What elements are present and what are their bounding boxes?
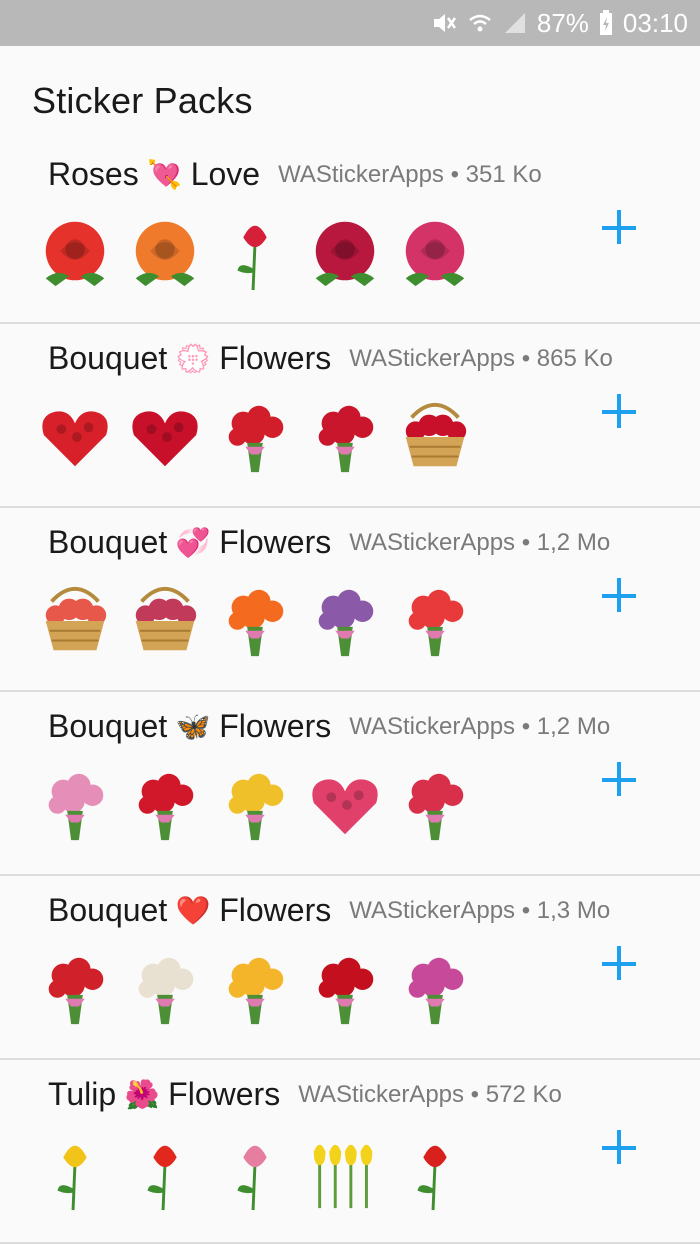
sticker-roses-in-vase xyxy=(306,398,384,476)
wifi-icon xyxy=(467,10,493,36)
sticker-rose-bouquet xyxy=(216,398,294,476)
sticker-pack-roses-love[interactable]: Roses 💘 Love WAStickerApps • 351 Ko xyxy=(0,140,700,324)
pack-header: Bouquet 🦋 Flowers WAStickerApps • 1,2 Mo xyxy=(48,708,610,745)
sticker-rose-heart xyxy=(126,398,204,476)
sticker-preview-row xyxy=(36,398,474,476)
sticker-pack-bouquet-1[interactable]: Bouquet 💮 Flowers WAStickerApps • 865 Ko xyxy=(0,324,700,508)
pack-name: Flowers xyxy=(219,708,332,744)
sticker-rose-basket xyxy=(396,398,474,476)
sticker-pack-bouquet-3[interactable]: Bouquet 🦋 Flowers WAStickerApps • 1,2 Mo xyxy=(0,692,700,876)
pack-name: Bouquet xyxy=(48,524,168,560)
heart-arrow-icon: 💘 xyxy=(147,159,183,190)
clock: 03:10 xyxy=(622,7,688,38)
pack-meta: WAStickerApps • 865 Ko xyxy=(349,344,613,372)
sticker-crimson-rose xyxy=(306,214,384,292)
sticker-preview-row xyxy=(36,214,474,292)
hearts-icon: 💞 xyxy=(175,527,211,558)
sticker-yellow-tulip xyxy=(36,1134,114,1212)
add-pack-button[interactable] xyxy=(602,946,638,982)
hibiscus-icon: 🌺 xyxy=(124,1079,160,1110)
battery-percentage: 87% xyxy=(536,7,589,38)
sticker-gerbera-bouquet xyxy=(216,582,294,660)
pack-header: Roses 💘 Love WAStickerApps • 351 Ko xyxy=(48,156,542,193)
pack-header: Tulip 🌺 Flowers WAStickerApps • 572 Ko xyxy=(48,1076,562,1113)
sticker-preview-row xyxy=(36,950,474,1028)
pack-header: Bouquet ❤️ Flowers WAStickerApps • 1,3 M… xyxy=(48,892,610,929)
page-title: Sticker Packs xyxy=(32,80,253,121)
pack-meta: WAStickerApps • 572 Ko xyxy=(298,1080,562,1108)
white-flower-icon: 💮 xyxy=(175,343,211,374)
sticker-white-red-bouquet xyxy=(126,950,204,1028)
sticker-red-tulip xyxy=(396,1134,474,1212)
pack-meta: WAStickerApps • 1,3 Mo xyxy=(349,896,611,924)
add-pack-button[interactable] xyxy=(602,762,638,798)
red-heart-icon: ❤️ xyxy=(175,895,211,926)
sticker-pack-bouquet-2[interactable]: Bouquet 💞 Flowers WAStickerApps • 1,2 Mo xyxy=(0,508,700,692)
sticker-pink-flower-heart xyxy=(306,766,384,844)
pack-meta: WAStickerApps • 1,2 Mo xyxy=(349,528,611,556)
pack-meta: WAStickerApps • 351 Ko xyxy=(278,160,542,188)
sticker-orange-rose xyxy=(126,214,204,292)
sticker-yellow-tulips xyxy=(306,1134,384,1212)
add-pack-button[interactable] xyxy=(602,1130,638,1166)
sticker-pack-bouquet-4[interactable]: Bouquet ❤️ Flowers WAStickerApps • 1,3 M… xyxy=(0,876,700,1060)
status-bar: 87% 03:10 xyxy=(0,0,700,46)
sticker-red-bouquet xyxy=(36,950,114,1028)
sticker-mixed-bouquet-2 xyxy=(396,950,474,1028)
sticker-preview-row xyxy=(36,582,474,660)
pack-name: Roses xyxy=(48,156,139,192)
sticker-mixed-bouquet xyxy=(396,582,474,660)
pack-name: Flowers xyxy=(219,524,332,560)
pack-name: Bouquet xyxy=(48,708,168,744)
sticker-flower-basket xyxy=(36,582,114,660)
add-pack-button[interactable] xyxy=(602,210,638,246)
pack-name: Flowers xyxy=(168,1076,281,1112)
pack-meta: WAStickerApps • 1,2 Mo xyxy=(349,712,611,740)
pack-name: Flowers xyxy=(219,892,332,928)
sticker-preview-row xyxy=(36,766,474,844)
pack-name: Love xyxy=(190,156,261,192)
pack-header: Bouquet 💞 Flowers WAStickerApps • 1,2 Mo xyxy=(48,524,610,561)
battery-charging-icon xyxy=(599,10,613,36)
mute-icon xyxy=(431,10,457,36)
sticker-yellow-bouquet xyxy=(216,950,294,1028)
pack-name: Tulip xyxy=(48,1076,117,1112)
pack-name: Bouquet xyxy=(48,892,168,928)
add-pack-button[interactable] xyxy=(602,578,638,614)
sticker-yellow-rose-bouquet xyxy=(216,766,294,844)
signal-icon xyxy=(503,11,527,35)
sticker-flower-basket-2 xyxy=(126,582,204,660)
add-pack-button[interactable] xyxy=(602,394,638,430)
sticker-wrapped-bouquet xyxy=(396,766,474,844)
sticker-pink-rose xyxy=(396,214,474,292)
sticker-lilac-vase xyxy=(306,582,384,660)
sticker-pink-tulip xyxy=(216,1134,294,1212)
pack-name: Bouquet xyxy=(48,340,168,376)
sticker-red-rose xyxy=(36,214,114,292)
sticker-red-tulip-head xyxy=(126,1134,204,1212)
sticker-pack-tulip-flowers[interactable]: Tulip 🌺 Flowers WAStickerApps • 572 Ko xyxy=(0,1060,700,1244)
butterfly-icon: 🦋 xyxy=(175,711,211,742)
sticker-pink-rose-bouquet xyxy=(36,766,114,844)
sticker-single-rose-stem xyxy=(216,214,294,292)
sticker-red-rose-bouquet xyxy=(126,766,204,844)
sticker-big-red-bouquet xyxy=(306,950,384,1028)
pack-header: Bouquet 💮 Flowers WAStickerApps • 865 Ko xyxy=(48,340,613,377)
sticker-heart-of-roses xyxy=(36,398,114,476)
pack-name: Flowers xyxy=(219,340,332,376)
sticker-preview-row xyxy=(36,1134,474,1212)
